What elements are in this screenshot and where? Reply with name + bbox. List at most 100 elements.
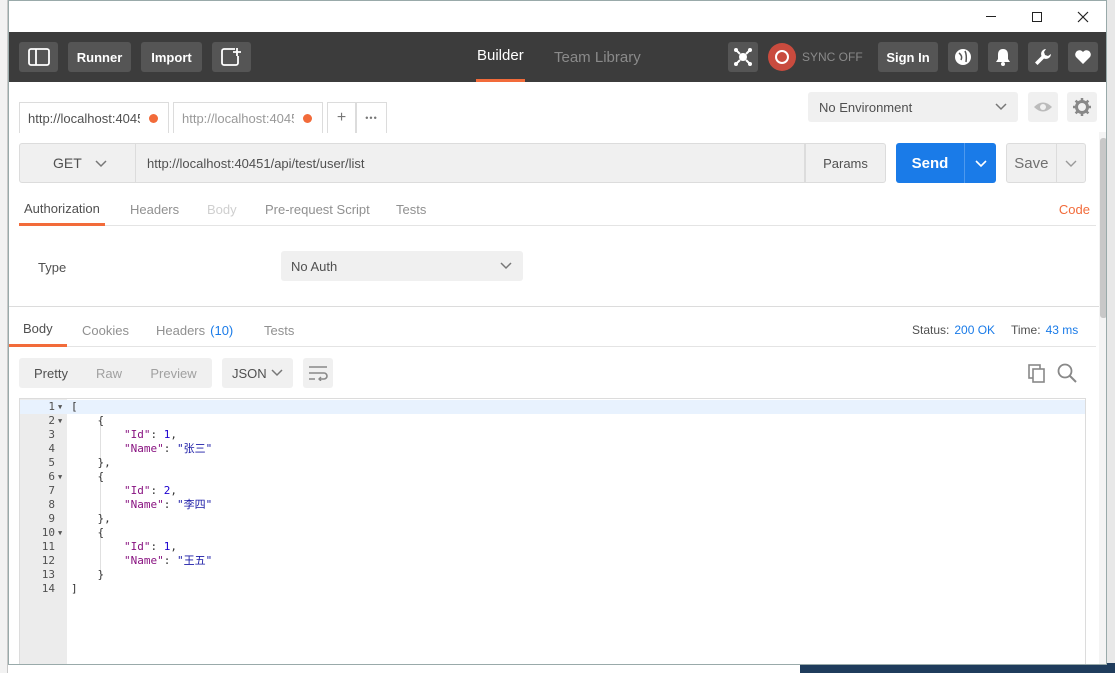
gear-icon — [1073, 98, 1091, 116]
line-number: 14 — [41, 582, 55, 595]
fold-toggle-icon[interactable]: ▼ — [58, 470, 62, 484]
manage-environments-button[interactable] — [1067, 92, 1097, 122]
auth-type-value: No Auth — [291, 258, 338, 274]
view-mode-group: Pretty Raw Preview — [19, 358, 212, 388]
chevron-down-icon — [1065, 160, 1077, 167]
tab-builder[interactable]: Builder — [476, 32, 525, 82]
favorite-button[interactable] — [1068, 42, 1098, 72]
maximize-button[interactable] — [1014, 1, 1060, 32]
line-number: 2 — [48, 414, 55, 427]
line-number: 13 — [41, 568, 55, 581]
code-line: 8 "Name": "李四" — [20, 498, 1085, 512]
code-text: }, — [71, 456, 111, 469]
time-value[interactable]: 43 ms — [1046, 323, 1079, 337]
copy-icon — [1028, 364, 1045, 383]
sign-in-button[interactable]: Sign In — [878, 42, 938, 72]
params-button[interactable]: Params — [805, 143, 886, 183]
generate-code-link[interactable]: Code — [1059, 202, 1090, 217]
view-mode-preview[interactable]: Preview — [135, 358, 212, 388]
tab-body[interactable]: Body — [207, 193, 237, 226]
fold-toggle-icon[interactable]: ▼ — [58, 526, 62, 540]
tab-headers[interactable]: Headers — [130, 193, 179, 226]
code-line: 5 }, — [20, 456, 1085, 470]
environment-select[interactable]: No Environment — [808, 92, 1018, 122]
format-select[interactable]: JSON — [222, 358, 293, 388]
code-line: 1 ▼ [ — [20, 400, 1085, 414]
tab-team-library[interactable]: Team Library — [554, 32, 641, 82]
code-line: 3 "Id": 1, — [20, 428, 1085, 442]
response-tab-cookies[interactable]: Cookies — [82, 313, 129, 347]
bell-icon — [996, 49, 1010, 66]
request-subtabs: Authorization Headers Body Pre-request S… — [19, 193, 1096, 226]
chevron-down-icon — [995, 103, 1007, 111]
send-options-button[interactable] — [964, 143, 996, 183]
more-tabs-button[interactable]: ••• — [356, 102, 387, 133]
status-label: Status: — [912, 323, 950, 337]
request-tab-1[interactable]: http://localhost:40451/api/test/user/lis… — [19, 102, 169, 133]
save-button[interactable]: Save — [1006, 143, 1086, 183]
close-icon — [1077, 11, 1089, 22]
response-tab-label: Cookies — [82, 322, 129, 338]
fold-toggle-icon[interactable]: ▼ — [58, 400, 62, 414]
new-window-button[interactable] — [212, 42, 251, 72]
view-mode-raw[interactable]: Raw — [83, 358, 135, 388]
response-tab-tests[interactable]: Tests — [264, 313, 294, 347]
settings-button[interactable] — [1028, 42, 1058, 72]
auth-type-select[interactable]: No Auth — [281, 251, 523, 281]
sidebar-icon — [27, 48, 50, 66]
search-response-button[interactable] — [1057, 363, 1077, 386]
sync-status[interactable]: SYNC OFF — [768, 42, 863, 72]
runner-button[interactable]: Runner — [68, 42, 131, 72]
window-scrollbar[interactable] — [1099, 132, 1106, 664]
new-window-icon — [220, 48, 241, 66]
line-number: 10 — [41, 526, 55, 539]
desktop-background-left — [0, 0, 8, 673]
authorization-panel: Type No Auth — [19, 226, 1096, 306]
wrench-icon — [1035, 49, 1051, 65]
wrap-lines-button[interactable] — [303, 358, 333, 388]
code-text: [ — [71, 400, 78, 413]
code-text: ] — [71, 582, 78, 595]
heart-icon — [1075, 50, 1091, 64]
request-tab-label: http://localhost:40451/api/test/user/lis… — [28, 110, 140, 126]
chevron-down-icon — [974, 160, 987, 168]
fold-toggle-icon[interactable]: ▼ — [58, 414, 62, 428]
url-input[interactable]: http://localhost:40451/api/test/user/lis… — [136, 143, 805, 183]
search-icon — [1057, 363, 1077, 383]
interceptor-button[interactable] — [728, 42, 758, 72]
save-options-button[interactable] — [1055, 144, 1085, 182]
sidebar-toggle-button[interactable] — [19, 42, 58, 72]
line-number: 12 — [41, 554, 55, 567]
request-tab-2[interactable]: http://localhost:40451/api/test/user/lis… — [173, 102, 323, 133]
environment-quick-look-button[interactable] — [1028, 92, 1058, 122]
tab-tests[interactable]: Tests — [396, 193, 426, 226]
code-line: 6 ▼ { — [20, 470, 1085, 484]
response-tab-headers[interactable]: Headers (10) — [156, 313, 233, 347]
method-select[interactable]: GET — [19, 143, 136, 183]
view-mode-pretty[interactable]: Pretty — [19, 358, 83, 388]
status-value[interactable]: 200 OK — [954, 323, 995, 337]
line-number: 4 — [48, 442, 55, 455]
import-button[interactable]: Import — [141, 42, 202, 72]
minimize-button[interactable] — [968, 1, 1014, 32]
notifications-button[interactable] — [988, 42, 1018, 72]
code-text: } — [71, 568, 105, 581]
request-tabs-bar: http://localhost:40451/api/test/user/lis… — [9, 82, 1106, 133]
code-line: 7 "Id": 2, — [20, 484, 1085, 498]
code-line: 4 "Name": "张三" — [20, 442, 1085, 456]
code-line: 10 ▼ { — [20, 526, 1085, 540]
maximize-icon — [1032, 11, 1042, 22]
scrollbar-thumb[interactable] — [1100, 138, 1106, 318]
response-tab-body[interactable]: Body — [9, 313, 67, 347]
send-button[interactable]: Send — [896, 143, 996, 183]
response-body-editor[interactable]: 1 ▼[2 ▼ {3 "Id": 1, 4 "Name": "张三" 5 }, 6 ▼ {7… — [19, 398, 1086, 664]
globe-button[interactable] — [948, 42, 978, 72]
tab-pre-request-script[interactable]: Pre-request Script — [265, 193, 370, 226]
close-button[interactable] — [1060, 1, 1106, 32]
add-tab-button[interactable]: + — [327, 102, 356, 133]
response-tab-label: Tests — [264, 322, 295, 338]
tab-authorization[interactable]: Authorization — [19, 193, 105, 226]
code-text: "Id": 1, — [123, 428, 177, 441]
time-label: Time: — [1011, 323, 1041, 337]
copy-response-button[interactable] — [1027, 363, 1047, 386]
